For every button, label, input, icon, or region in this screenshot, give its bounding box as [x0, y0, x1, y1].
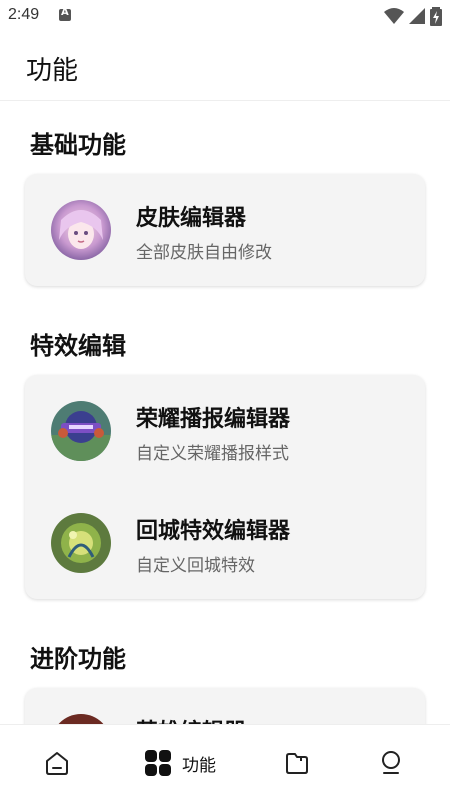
item-subtitle: 自定义荣耀播报样式: [136, 444, 289, 464]
item-title: 回城特效编辑器: [136, 519, 291, 544]
card-advanced: 英雄编辑器: [25, 688, 425, 724]
app-bar: 功能: [0, 34, 450, 101]
signal-icon: [409, 8, 425, 24]
nav-features[interactable]: 功能: [130, 725, 230, 801]
bottom-nav: 功能: [0, 724, 450, 801]
recall-editor-item[interactable]: 回城特效编辑器 自定义回城特效: [25, 487, 425, 599]
nav-profile[interactable]: [356, 725, 426, 801]
section-title-advanced: 进阶功能: [30, 645, 126, 673]
status-icons: [384, 6, 442, 26]
item-title: 皮肤编辑器: [136, 206, 247, 231]
card-basic: 皮肤编辑器 全部皮肤自由修改: [25, 174, 425, 286]
hero-avatar-icon: [51, 714, 111, 724]
status-time: 2:49: [8, 6, 40, 23]
recall-avatar-icon: [51, 513, 111, 573]
notification-a-icon: [59, 7, 71, 21]
item-title: 荣耀播报编辑器: [136, 407, 291, 432]
broadcast-editor-item[interactable]: 荣耀播报编辑器 自定义荣耀播报样式: [25, 375, 425, 487]
skin-avatar-icon: [51, 200, 111, 260]
item-title: 英雄编辑器: [136, 714, 246, 724]
section-title-effects: 特效编辑: [30, 332, 126, 360]
nav-home[interactable]: [22, 725, 92, 801]
nav-features-label: 功能: [182, 755, 216, 776]
nav-files[interactable]: [262, 725, 332, 801]
wifi-icon: [384, 8, 404, 24]
feature-list[interactable]: 基础功能 皮肤编辑器 全部皮肤自由修改 特效编辑 荣耀播报编辑器 自定义荣耀播报…: [0, 101, 450, 724]
grid-icon: [145, 750, 171, 776]
profile-icon: [382, 751, 400, 774]
page-title: 功能: [26, 56, 79, 86]
section-title-basic: 基础功能: [30, 131, 126, 159]
item-subtitle: 全部皮肤自由修改: [136, 243, 272, 263]
broadcast-avatar-icon: [51, 401, 111, 461]
card-effects: 荣耀播报编辑器 自定义荣耀播报样式 回城特效编辑器 自定义回城特效: [25, 375, 425, 599]
skin-editor-item[interactable]: 皮肤编辑器 全部皮肤自由修改: [25, 174, 425, 286]
item-subtitle: 自定义回城特效: [136, 556, 255, 576]
battery-icon: [430, 7, 442, 26]
status-bar: 2:49: [0, 0, 450, 34]
hero-editor-item[interactable]: 英雄编辑器: [25, 688, 425, 724]
home-icon: [46, 752, 68, 775]
folder-icon: [286, 753, 308, 774]
